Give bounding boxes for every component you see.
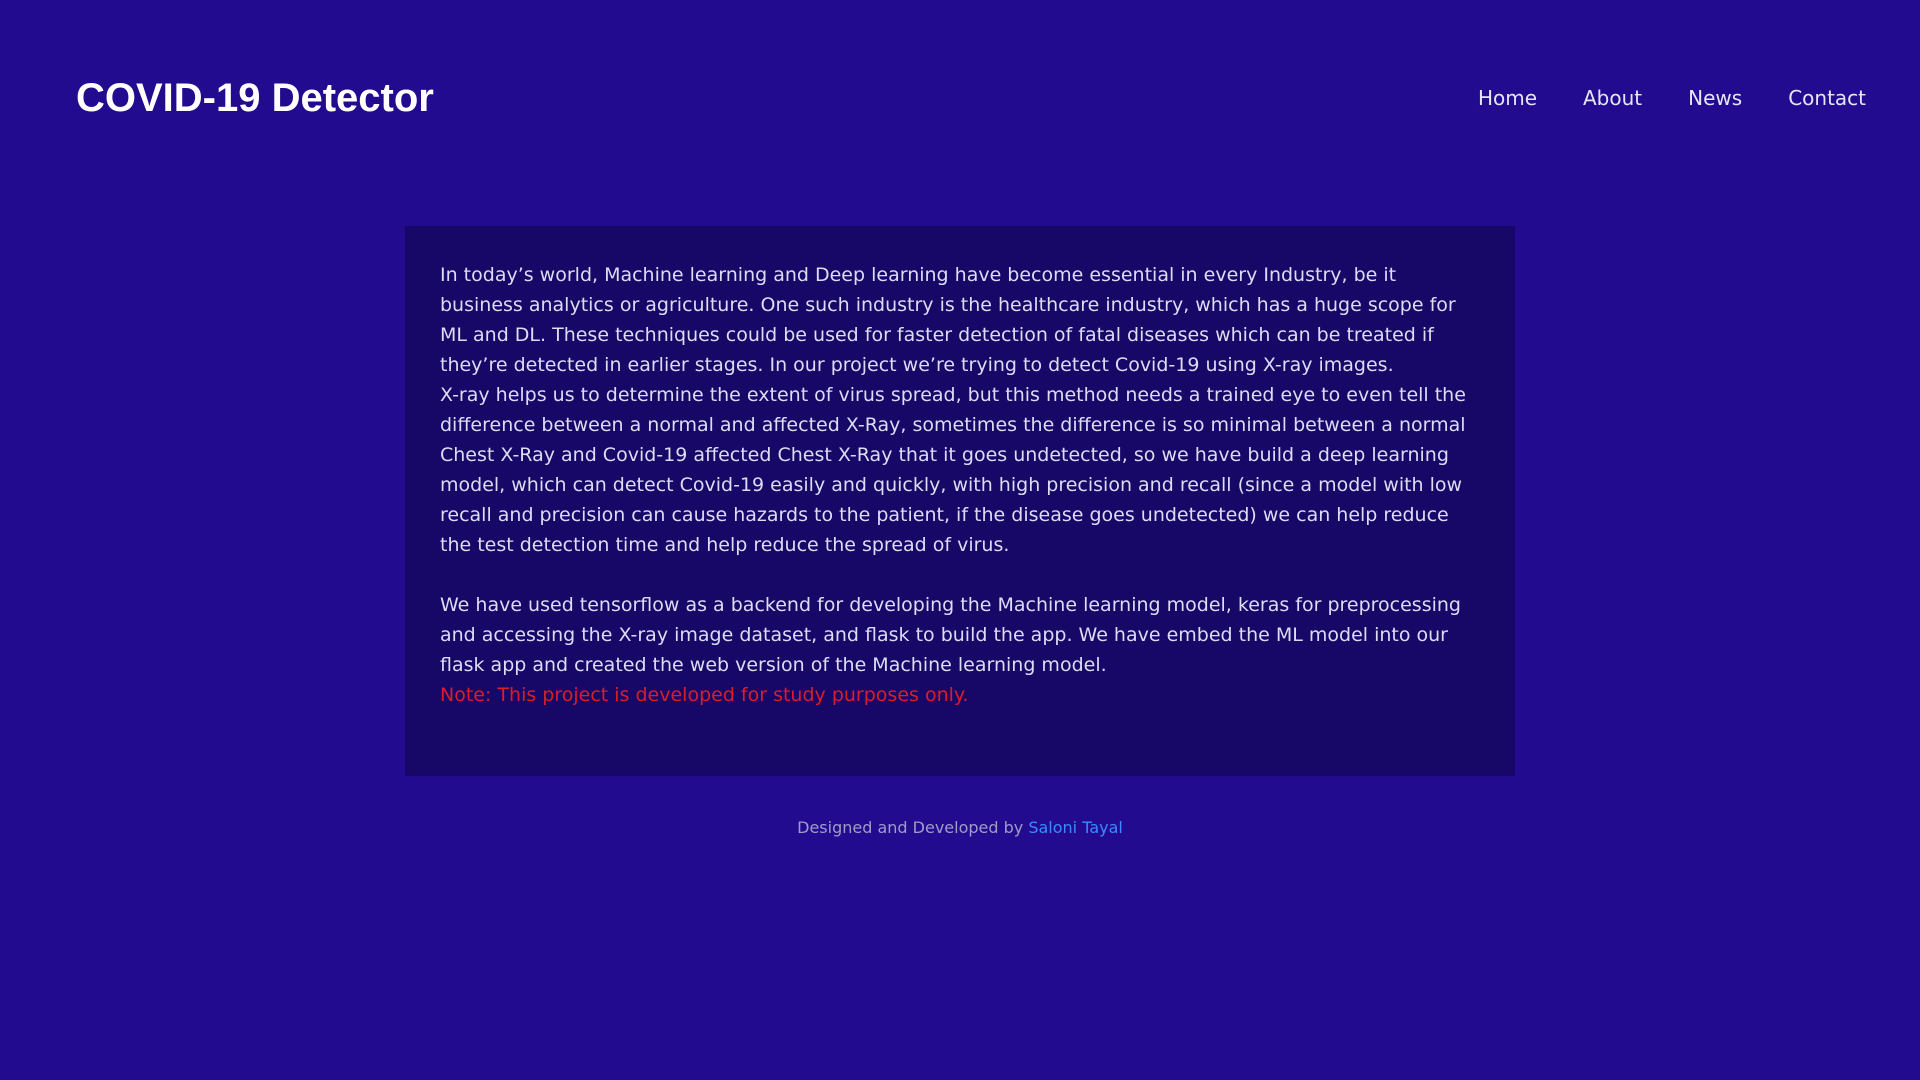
site-header: COVID-19 Detector Home About News Contac…	[0, 0, 1920, 196]
about-paragraph-tech: We have used tensorflow as a backend for…	[440, 594, 1461, 676]
main-nav: Home About News Contact	[1478, 82, 1866, 114]
site-logo[interactable]: COVID-19 Detector	[76, 72, 434, 124]
about-paragraph-xray: X-ray helps us to determine the extent o…	[440, 384, 1466, 556]
nav-news[interactable]: News	[1688, 82, 1742, 114]
nav-contact[interactable]: Contact	[1788, 82, 1866, 114]
footer-credit-text: Designed and Developed by	[797, 818, 1029, 837]
about-card: In today’s world, Machine learning and D…	[405, 226, 1515, 776]
nav-about[interactable]: About	[1583, 82, 1642, 114]
site-footer: Designed and Developed by Saloni Tayal	[0, 816, 1920, 840]
nav-home[interactable]: Home	[1478, 82, 1537, 114]
footer-author-link[interactable]: Saloni Tayal	[1028, 818, 1123, 837]
disclaimer-note: Note: This project is developed for stud…	[440, 684, 969, 706]
about-paragraph-intro: In today’s world, Machine learning and D…	[440, 264, 1456, 376]
